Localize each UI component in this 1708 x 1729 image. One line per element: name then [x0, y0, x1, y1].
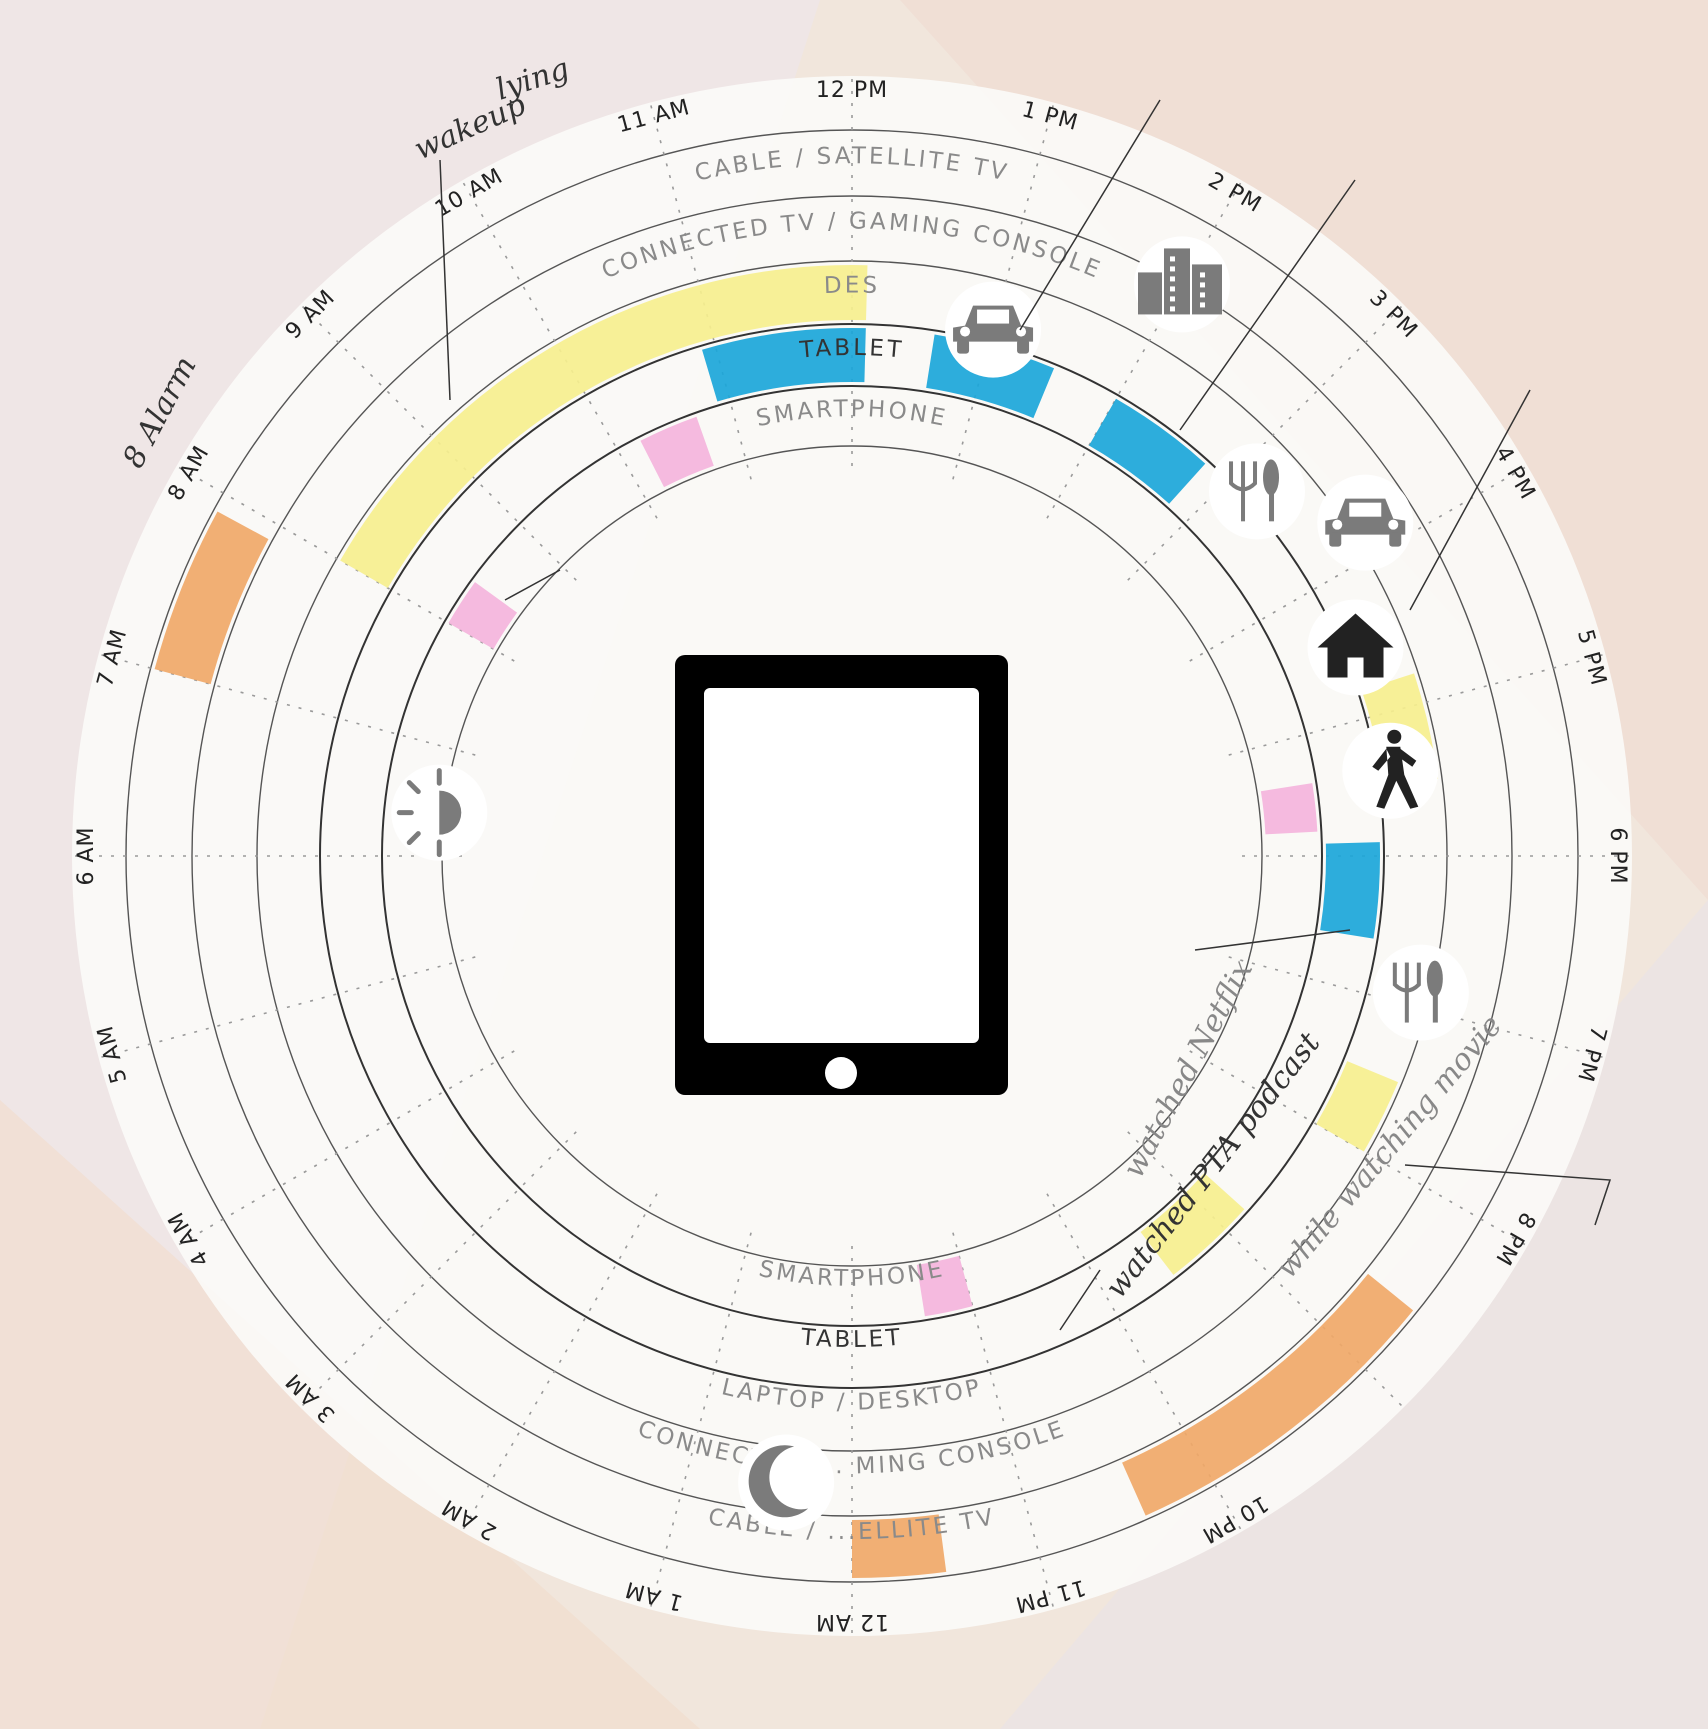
hour-label: 6 PM [1605, 827, 1630, 884]
building-window [1200, 292, 1205, 298]
car-icon [945, 281, 1042, 378]
building-block [1164, 248, 1190, 315]
knife-blade [1426, 960, 1443, 997]
car-wheel [1017, 339, 1030, 354]
car-headlight [960, 326, 971, 337]
building-window [1200, 272, 1205, 278]
usage-segment-tablet [1320, 842, 1381, 939]
building-window [1170, 256, 1175, 262]
tablet-icon [675, 655, 1008, 1095]
sunrise-icon [391, 764, 488, 861]
building-block [1192, 264, 1222, 315]
knife-handle [1432, 992, 1438, 1023]
building-window [1170, 266, 1175, 272]
car-wheel [1329, 532, 1342, 547]
fork-handle [1241, 461, 1246, 522]
ring-label-tablet-bottom: TABLET [799, 1324, 904, 1353]
ring-label-tablet-top: TABLET [798, 335, 905, 364]
building-window [1170, 306, 1175, 312]
hour-label: 12 PM [816, 78, 888, 103]
car-window [1349, 502, 1382, 517]
building-window [1170, 296, 1175, 302]
hour-label: 12 AM [815, 1609, 889, 1634]
fork-knife-icon [1209, 443, 1306, 540]
ring-label-laptop-top: DES [823, 272, 880, 299]
hour-label: 6 AM [74, 826, 99, 885]
person-head [1387, 729, 1402, 744]
office-building-icon [1134, 236, 1230, 333]
house-icon [1307, 599, 1404, 696]
walking-person-icon [1342, 722, 1439, 819]
car-icon [1317, 474, 1414, 571]
clock-diagram-canvas: CABLE / SATELLITE TV CONNECTED TV / GAMI… [0, 0, 1708, 1729]
building-window [1170, 286, 1175, 292]
knife-handle [1269, 491, 1275, 522]
building-window [1170, 276, 1175, 282]
icon-backdrop [1372, 944, 1469, 1041]
building-window [1200, 302, 1205, 308]
fork-knife-icon [1372, 944, 1469, 1041]
car-headlight [1332, 519, 1343, 530]
car-headlight [1388, 519, 1399, 530]
moon-icon [738, 1434, 835, 1531]
car-window [977, 309, 1010, 324]
device-usage-clock-diagram: CABLE / SATELLITE TV CONNECTED TV / GAMI… [0, 0, 1708, 1729]
knife-blade [1263, 459, 1280, 496]
car-wheel [957, 339, 970, 354]
usage-segment-smartphone [1260, 783, 1318, 835]
building-block [1138, 272, 1162, 315]
icon-backdrop [1209, 443, 1306, 540]
building-window [1200, 282, 1205, 288]
car-wheel [1389, 532, 1402, 547]
